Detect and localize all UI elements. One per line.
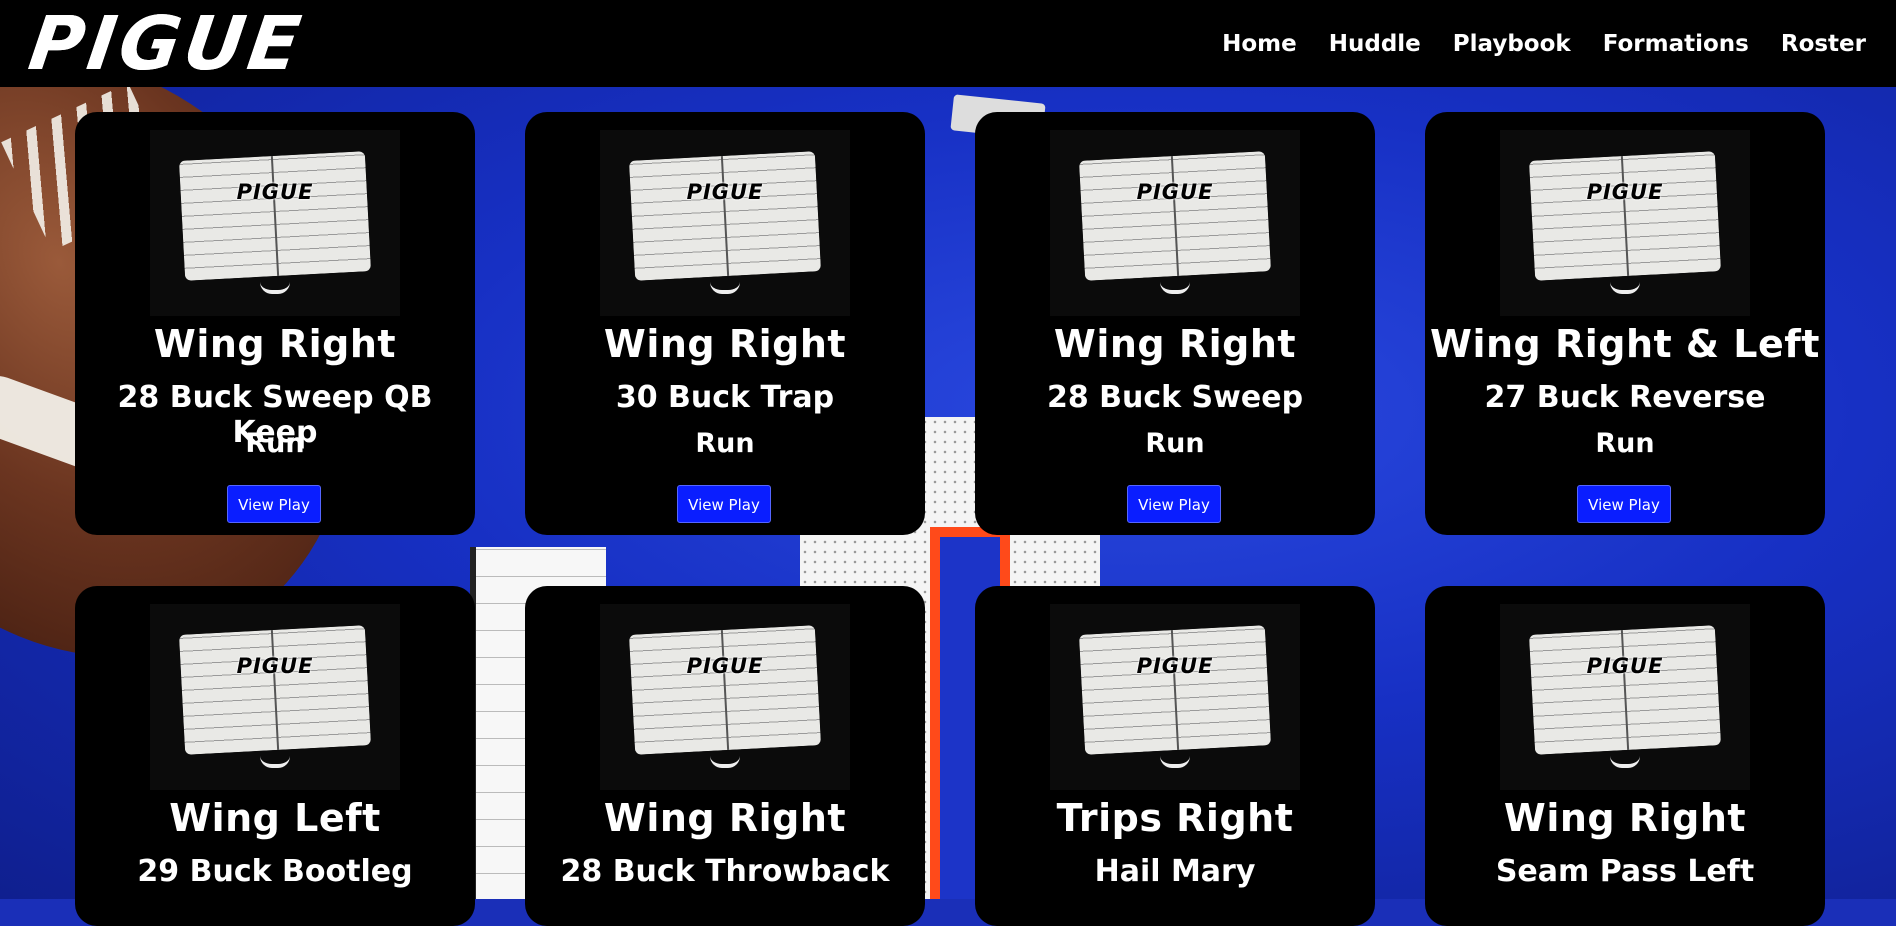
thumbnail-watermark: PIGUE [1586,180,1664,204]
play-thumbnail: PIGUE [1050,130,1300,316]
view-play-button[interactable]: View Play [1577,485,1671,523]
play-card: PIGUE Wing Right 28 Buck Sweep QB Keep R… [75,112,475,535]
thumbnail-watermark: PIGUE [236,180,314,204]
play-thumbnail: PIGUE [600,604,850,790]
play-thumbnail: PIGUE [600,130,850,316]
nav-playbook[interactable]: Playbook [1453,31,1571,57]
thumbnail-watermark: PIGUE [686,180,764,204]
nav-roster[interactable]: Roster [1781,31,1866,57]
thumbnail-watermark: PIGUE [686,654,764,678]
view-play-button[interactable]: View Play [1127,485,1221,523]
play-formation: Wing Right & Left [1430,322,1820,366]
wristband-card-image [628,151,822,281]
play-thumbnail: PIGUE [1500,604,1750,790]
play-formation: Trips Right [1056,796,1294,840]
wristband-card-image [178,151,372,281]
wristband-card-image [1078,151,1272,281]
swoosh-icon [1610,756,1640,768]
swoosh-icon [710,282,740,294]
site-header: PIGUE Home Huddle Playbook Formations Ro… [0,0,1896,87]
swoosh-icon [1610,282,1640,294]
play-type: Run [695,428,755,459]
play-thumbnail: PIGUE [1500,130,1750,316]
play-card: PIGUE Wing Right & Left 27 Buck Reverse … [1425,112,1825,535]
play-formation: Wing Right [603,796,847,840]
play-formation: Wing Right [153,322,397,366]
swoosh-icon [710,756,740,768]
play-card: PIGUE Wing Right Seam Pass Left [1425,586,1825,926]
site-logo[interactable]: PIGUE [24,1,309,87]
wristband-card-image [178,625,372,755]
thumbnail-watermark: PIGUE [1586,654,1664,678]
play-formation: Wing Right [603,322,847,366]
swoosh-icon [260,756,290,768]
play-name: 29 Buck Bootleg [137,854,413,889]
view-play-button[interactable]: View Play [677,485,771,523]
thumbnail-watermark: PIGUE [1136,654,1214,678]
swoosh-icon [260,282,290,294]
play-thumbnail: PIGUE [1050,604,1300,790]
swoosh-icon [1160,756,1190,768]
nav-home[interactable]: Home [1222,31,1297,57]
play-type: Run [245,428,305,459]
play-formation: Wing Right [1503,796,1747,840]
play-formation: Wing Right [1053,322,1297,366]
wristband-card-image [1528,151,1722,281]
nav-huddle[interactable]: Huddle [1329,31,1421,57]
play-card: PIGUE Wing Right 30 Buck Trap Run View P… [525,112,925,535]
play-name: 28 Buck Throwback [560,854,890,889]
play-type: Run [1145,428,1205,459]
play-name: 28 Buck Sweep [1046,380,1304,415]
thumbnail-watermark: PIGUE [236,654,314,678]
play-thumbnail: PIGUE [150,130,400,316]
play-name: 30 Buck Trap [615,380,835,415]
wristband-card-image [1528,625,1722,755]
main-nav: Home Huddle Playbook Formations Roster [1222,0,1866,87]
play-card: PIGUE Wing Right 28 Buck Sweep Run View … [975,112,1375,535]
wristband-card-image [628,625,822,755]
view-play-button[interactable]: View Play [227,485,321,523]
play-thumbnail: PIGUE [150,604,400,790]
play-formation: Wing Left [169,796,381,840]
play-card: PIGUE Wing Left 29 Buck Bootleg [75,586,475,926]
swoosh-icon [1160,282,1190,294]
thumbnail-watermark: PIGUE [1136,180,1214,204]
play-type: Run [1595,428,1655,459]
play-card: PIGUE Wing Right 28 Buck Throwback [525,586,925,926]
nav-formations[interactable]: Formations [1603,31,1749,57]
play-name: Seam Pass Left [1495,854,1755,889]
play-name: 27 Buck Reverse [1484,380,1766,415]
play-card: PIGUE Trips Right Hail Mary [975,586,1375,926]
play-name: Hail Mary [1094,854,1256,889]
wristband-card-image [1078,625,1272,755]
